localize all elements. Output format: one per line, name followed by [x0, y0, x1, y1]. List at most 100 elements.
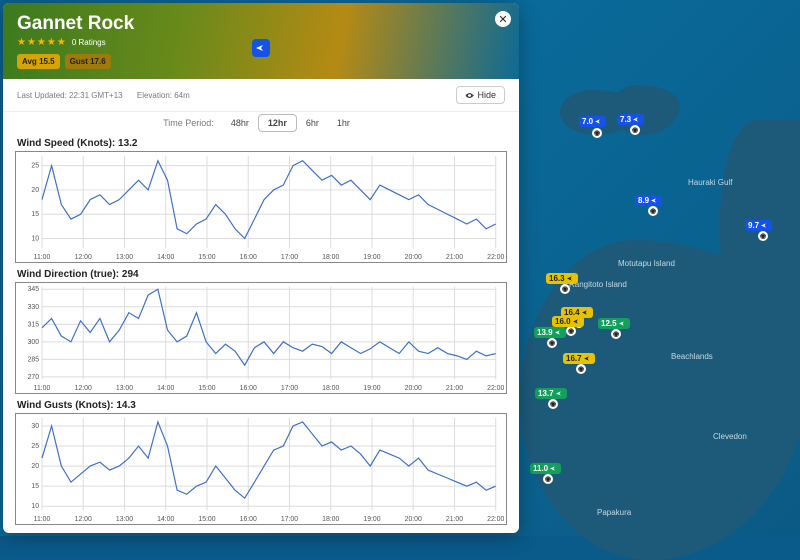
panel-header: ✕ Gannet Rock ★★★★★ 0 Ratings Avg 15.5 G…: [3, 3, 519, 79]
map-label: Papakura: [597, 508, 631, 517]
wind-direction-chart[interactable]: 270 285 300 315 330 345 11:00 12:00 13:00 14:00 15…: [15, 282, 507, 394]
period-48hr[interactable]: 48hr: [222, 115, 258, 131]
wind-marker[interactable]: 16.7: [563, 353, 595, 364]
svg-text:15: 15: [31, 211, 39, 218]
wind-speed-chart[interactable]: 1015202511:0012:0013:0014:0015:0016:0017…: [15, 151, 507, 263]
station-title: Gannet Rock: [17, 13, 505, 35]
svg-text:19:00: 19:00: [363, 254, 380, 261]
svg-text:18:00: 18:00: [322, 516, 339, 523]
meta-row: Last Updated: 22:31 GMT+13 Elevation: 64…: [3, 79, 519, 112]
svg-text:20:00: 20:00: [405, 254, 422, 261]
svg-text:285: 285: [28, 356, 40, 363]
svg-text:19:00: 19:00: [363, 516, 380, 523]
elevation: Elevation: 64m: [137, 91, 190, 100]
svg-text:21:00: 21:00: [446, 254, 463, 261]
svg-text:11:00: 11:00: [34, 516, 51, 523]
chart-title-gust: Wind Gusts (Knots): 14.3: [15, 396, 507, 413]
station-dot[interactable]: ◉: [576, 364, 586, 374]
svg-text:16:00: 16:00: [240, 516, 257, 523]
svg-text:330: 330: [28, 304, 40, 311]
svg-text:30: 30: [31, 423, 39, 430]
svg-text:14:00: 14:00: [157, 254, 174, 261]
svg-text:10: 10: [31, 503, 39, 510]
svg-text:12:00: 12:00: [75, 516, 92, 523]
svg-text:15: 15: [31, 483, 39, 490]
svg-text:17:00: 17:00: [281, 385, 298, 392]
svg-text:15:00: 15:00: [198, 254, 215, 261]
wind-marker[interactable]: 7.0: [579, 116, 606, 127]
svg-text:15:00: 15:00: [198, 385, 215, 392]
station-dot[interactable]: ◉: [648, 206, 658, 216]
map-label: Clevedon: [713, 432, 747, 441]
eye-icon: [465, 91, 474, 100]
svg-text:15:00: 15:00: [198, 516, 215, 523]
svg-text:25: 25: [31, 443, 39, 450]
wind-marker[interactable]: 8.9: [635, 195, 662, 206]
svg-text:16:00: 16:00: [240, 254, 257, 261]
close-button[interactable]: ✕: [495, 11, 511, 27]
station-dot[interactable]: ◉: [611, 329, 621, 339]
svg-text:18:00: 18:00: [322, 254, 339, 261]
svg-text:270: 270: [28, 374, 40, 381]
hide-button[interactable]: Hide: [456, 86, 505, 104]
svg-text:14:00: 14:00: [157, 516, 174, 523]
svg-text:12:00: 12:00: [75, 254, 92, 261]
svg-text:17:00: 17:00: [281, 254, 298, 261]
map-label: Motutapu Island: [618, 259, 675, 268]
station-dot[interactable]: ◉: [543, 474, 553, 484]
wind-marker[interactable]: 11.0: [530, 463, 561, 474]
svg-text:21:00: 21:00: [446, 385, 463, 392]
gust-badge: Gust 17.6: [65, 54, 111, 69]
svg-text:18:00: 18:00: [322, 385, 339, 392]
wind-marker[interactable]: 9.7: [745, 220, 772, 231]
avg-badge: Avg 15.5: [17, 54, 60, 69]
station-dot[interactable]: ◉: [566, 326, 576, 336]
station-dot[interactable]: ◉: [592, 128, 602, 138]
station-dot[interactable]: ◉: [630, 125, 640, 135]
map-label: Rangitoto Island: [569, 280, 627, 289]
time-period-selector: Time Period: 48hr12hr6hr1hr: [3, 112, 519, 132]
wind-marker[interactable]: 12.5: [598, 318, 630, 329]
station-dot[interactable]: ◉: [758, 231, 768, 241]
period-12hr[interactable]: 12hr: [258, 114, 297, 132]
svg-text:12:00: 12:00: [75, 385, 92, 392]
wind-marker[interactable]: 16.0: [552, 316, 584, 327]
ratings-text: 0 Ratings: [72, 38, 106, 47]
wind-gusts-chart[interactable]: 10 15 20 25 30 11:00 12:00 13:00 14:00 15:00 16:00…: [15, 413, 507, 525]
svg-text:20: 20: [31, 187, 39, 194]
svg-text:20:00: 20:00: [405, 385, 422, 392]
wind-marker[interactable]: 16.3: [546, 273, 578, 284]
svg-text:25: 25: [31, 163, 39, 170]
chart-title-speed: Wind Speed (Knots): 13.2: [15, 134, 507, 151]
station-dot[interactable]: ◉: [548, 399, 558, 409]
station-dot[interactable]: ◉: [547, 338, 557, 348]
wind-marker[interactable]: 13.9: [534, 327, 566, 338]
station-dot[interactable]: ◉: [560, 284, 570, 294]
star-icons: ★★★★★: [17, 37, 67, 48]
period-label: Time Period:: [163, 118, 214, 128]
map-label: Hauraki Gulf: [688, 178, 732, 187]
svg-text:19:00: 19:00: [363, 385, 380, 392]
svg-text:22:00: 22:00: [487, 516, 504, 523]
svg-text:20:00: 20:00: [405, 516, 422, 523]
wind-marker[interactable]: 7.3: [617, 114, 644, 125]
svg-text:315: 315: [28, 321, 40, 328]
svg-text:13:00: 13:00: [116, 516, 133, 523]
svg-text:22:00: 22:00: [487, 385, 504, 392]
wind-marker[interactable]: 13.7: [535, 388, 567, 399]
wind-direction-icon: [252, 39, 270, 57]
period-6hr[interactable]: 6hr: [297, 115, 328, 131]
svg-text:20: 20: [31, 463, 39, 470]
landmass: [610, 85, 680, 135]
svg-text:345: 345: [28, 286, 40, 293]
svg-text:16:00: 16:00: [240, 385, 257, 392]
svg-text:300: 300: [28, 339, 40, 346]
svg-text:21:00: 21:00: [446, 516, 463, 523]
period-1hr[interactable]: 1hr: [328, 115, 359, 131]
map-label: Beachlands: [671, 352, 713, 361]
svg-text:17:00: 17:00: [281, 516, 298, 523]
charts-container: Wind Speed (Knots): 13.2 10 15 20 25 11:00 12…: [3, 132, 519, 533]
svg-text:13:00: 13:00: [116, 385, 133, 392]
svg-text:11:00: 11:00: [34, 385, 51, 392]
svg-text:14:00: 14:00: [157, 385, 174, 392]
